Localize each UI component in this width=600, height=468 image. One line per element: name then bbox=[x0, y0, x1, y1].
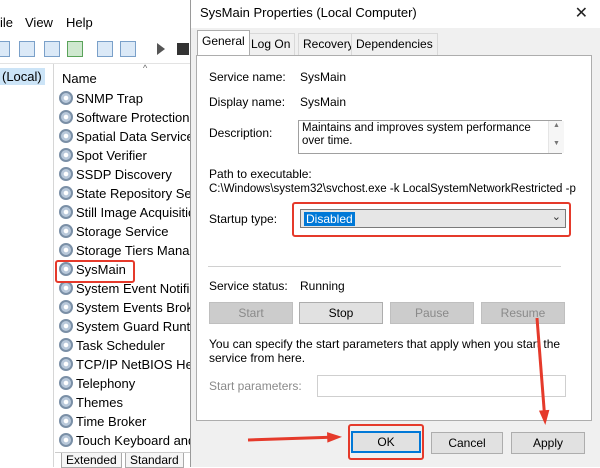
arrow-to-apply-head bbox=[538, 409, 550, 425]
arrow-to-ok-head bbox=[327, 432, 342, 443]
annotation-arrows bbox=[247, 317, 550, 443]
tab-general[interactable]: General bbox=[197, 30, 250, 55]
arrow-to-apply-shaft bbox=[535, 317, 547, 422]
arrow-to-ok-shaft bbox=[247, 435, 339, 442]
